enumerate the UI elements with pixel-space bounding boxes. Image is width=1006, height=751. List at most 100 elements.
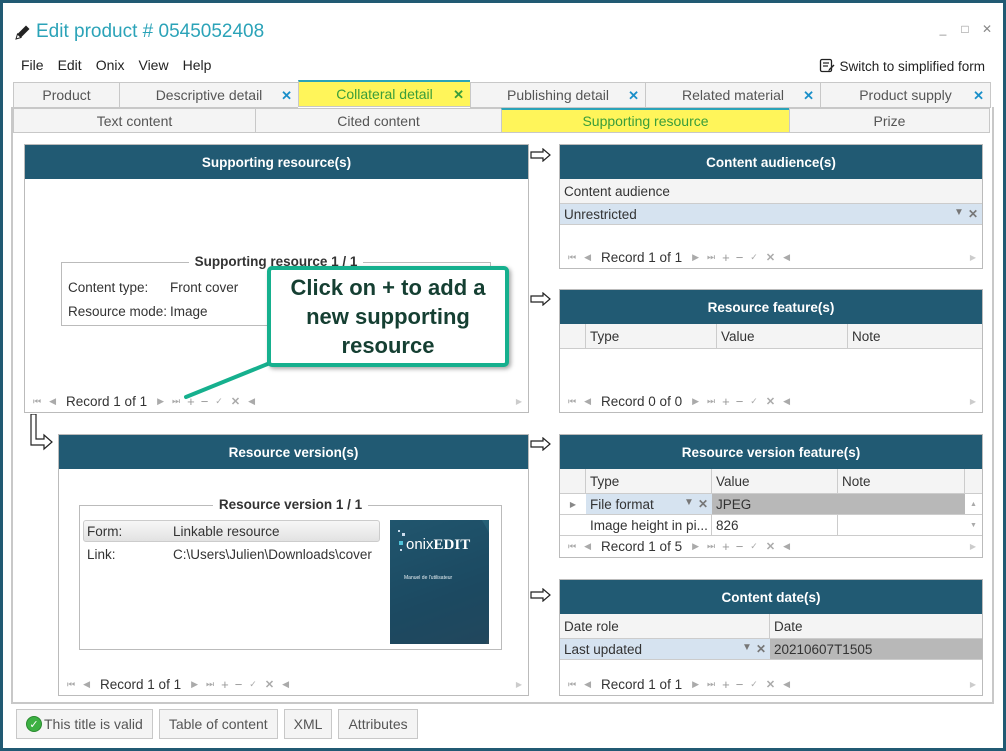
dropdown-icon[interactable]: ▼ [684,497,694,511]
tab-publishing-detail[interactable]: Publishing detail ✕ [470,82,645,108]
cell-value[interactable]: 826 [712,515,838,535]
next-record-icon[interactable]: ▶ [692,541,699,552]
next-record-icon[interactable]: ▶ [692,252,699,263]
add-record-icon[interactable]: + [722,539,730,554]
field-value[interactable]: C:\Users\Julien\Downloads\cover [173,547,372,562]
last-record-icon[interactable]: ⏭ [707,252,715,263]
tab-collateral-detail[interactable]: Collateral detail ✕ [298,80,470,107]
scroll-right-icon[interactable]: ▶ [970,680,976,689]
cancel-icon[interactable]: ✕ [766,395,775,408]
last-record-icon[interactable]: ⏭ [707,679,715,690]
switch-simplified-form-link[interactable]: Switch to simplified form [819,58,985,74]
subtab-supporting-resource[interactable]: Supporting resource [501,108,789,133]
add-record-icon[interactable]: + [722,394,730,409]
cell-value[interactable]: JPEG [712,494,965,514]
field-value[interactable]: Front cover [170,280,238,295]
clear-icon[interactable]: ✕ [968,207,978,221]
table-row[interactable]: Unrestricted ▼ ✕ [560,204,982,225]
remove-record-icon[interactable]: − [736,394,744,409]
validation-status-button[interactable]: ✓ This title is valid [16,709,153,739]
scroll-left-icon[interactable]: ◀ [783,541,790,552]
scroll-right-icon[interactable]: ▶ [516,397,522,406]
last-record-icon[interactable]: ⏭ [206,679,214,690]
close-tab-icon[interactable]: ✕ [281,88,292,104]
scroll-right-icon[interactable]: ▶ [516,680,522,689]
prev-record-icon[interactable]: ◀ [49,396,56,407]
cell-date-role[interactable]: Last updated ▼ ✕ [560,639,770,659]
cancel-icon[interactable]: ✕ [766,251,775,264]
confirm-icon[interactable]: ✓ [750,541,758,552]
menu-view[interactable]: View [138,57,168,73]
cell-note[interactable] [838,515,965,535]
menu-help[interactable]: Help [183,57,212,73]
remove-record-icon[interactable]: − [736,677,744,692]
close-tab-icon[interactable]: ✕ [453,87,464,103]
prev-record-icon[interactable]: ◀ [584,252,591,263]
cancel-icon[interactable]: ✕ [265,678,274,691]
first-record-icon[interactable]: ⏮ [568,679,576,690]
close-tab-icon[interactable]: ✕ [973,88,984,104]
prev-record-icon[interactable]: ◀ [584,541,591,552]
menu-onix[interactable]: Onix [96,57,125,73]
cover-thumbnail[interactable]: onixEDIT Manuel de l'utilisateur [390,520,489,644]
subtab-prize[interactable]: Prize [789,108,990,133]
subtab-text-content[interactable]: Text content [13,108,255,133]
first-record-icon[interactable]: ⏮ [568,252,576,263]
close-tab-icon[interactable]: ✕ [628,88,639,104]
xml-button[interactable]: XML [283,709,333,739]
scroll-left-icon[interactable]: ◀ [783,252,790,263]
scroll-right-icon[interactable]: ▶ [970,253,976,262]
cell-type[interactable]: Image height in pi... [586,515,712,535]
close-tab-icon[interactable]: ✕ [803,88,814,104]
prev-record-icon[interactable]: ◀ [83,679,90,690]
attributes-button[interactable]: Attributes [338,709,418,739]
confirm-icon[interactable]: ✓ [249,679,257,690]
scroll-left-icon[interactable]: ◀ [783,679,790,690]
confirm-icon[interactable]: ✓ [750,679,758,690]
first-record-icon[interactable]: ⏮ [67,679,75,690]
subtab-cited-content[interactable]: Cited content [255,108,501,133]
add-record-icon[interactable]: + [722,677,730,692]
tab-descriptive-detail[interactable]: Descriptive detail ✕ [119,82,298,108]
cell-type[interactable]: File format ▼ ✕ [586,494,712,514]
table-row[interactable]: Last updated ▼ ✕ 20210607T1505 [560,639,982,660]
cancel-icon[interactable]: ✕ [766,678,775,691]
scroll-right-icon[interactable]: ▶ [970,542,976,551]
next-record-icon[interactable]: ▶ [692,679,699,690]
scroll-up-icon[interactable]: ▲ [965,494,982,514]
clear-icon[interactable]: ✕ [698,497,708,511]
first-record-icon[interactable]: ⏮ [568,541,576,552]
add-record-icon[interactable]: + [722,250,730,265]
dropdown-icon[interactable]: ▼ [954,207,964,221]
tab-related-material[interactable]: Related material ✕ [645,82,820,108]
next-record-icon[interactable]: ▶ [157,396,164,407]
menu-file[interactable]: File [21,57,44,73]
remove-record-icon[interactable]: − [736,250,744,265]
field-value[interactable]: Image [170,304,208,319]
next-record-icon[interactable]: ▶ [692,396,699,407]
confirm-icon[interactable]: ✓ [750,252,758,263]
dropdown-icon[interactable]: ▼ [742,642,752,656]
table-row[interactable]: ▶ File format ▼ ✕ JPEG ▲ [560,494,982,515]
maximize-button[interactable]: □ [959,22,971,36]
cell-date[interactable]: 20210607T1505 [770,639,982,659]
first-record-icon[interactable]: ⏮ [568,396,576,407]
remove-record-icon[interactable]: − [235,677,243,692]
remove-record-icon[interactable]: − [736,539,744,554]
confirm-icon[interactable]: ✓ [750,396,758,407]
first-record-icon[interactable]: ⏮ [33,396,41,407]
tab-product-supply[interactable]: Product supply ✕ [820,82,991,108]
field-form[interactable]: Form: Linkable resource [83,520,380,542]
prev-record-icon[interactable]: ◀ [584,396,591,407]
scroll-left-icon[interactable]: ◀ [783,396,790,407]
table-row[interactable]: Image height in pi... 826 ▼ [560,515,982,536]
table-of-content-button[interactable]: Table of content [158,709,278,739]
last-record-icon[interactable]: ⏭ [172,396,180,407]
scroll-right-icon[interactable]: ▶ [970,397,976,406]
close-button[interactable]: ✕ [981,22,993,36]
scroll-down-icon[interactable]: ▼ [965,515,982,535]
minimize-button[interactable]: _ [937,22,949,36]
cell-content-audience[interactable]: Unrestricted ▼ ✕ [560,204,982,224]
prev-record-icon[interactable]: ◀ [584,679,591,690]
scroll-left-icon[interactable]: ◀ [282,679,289,690]
